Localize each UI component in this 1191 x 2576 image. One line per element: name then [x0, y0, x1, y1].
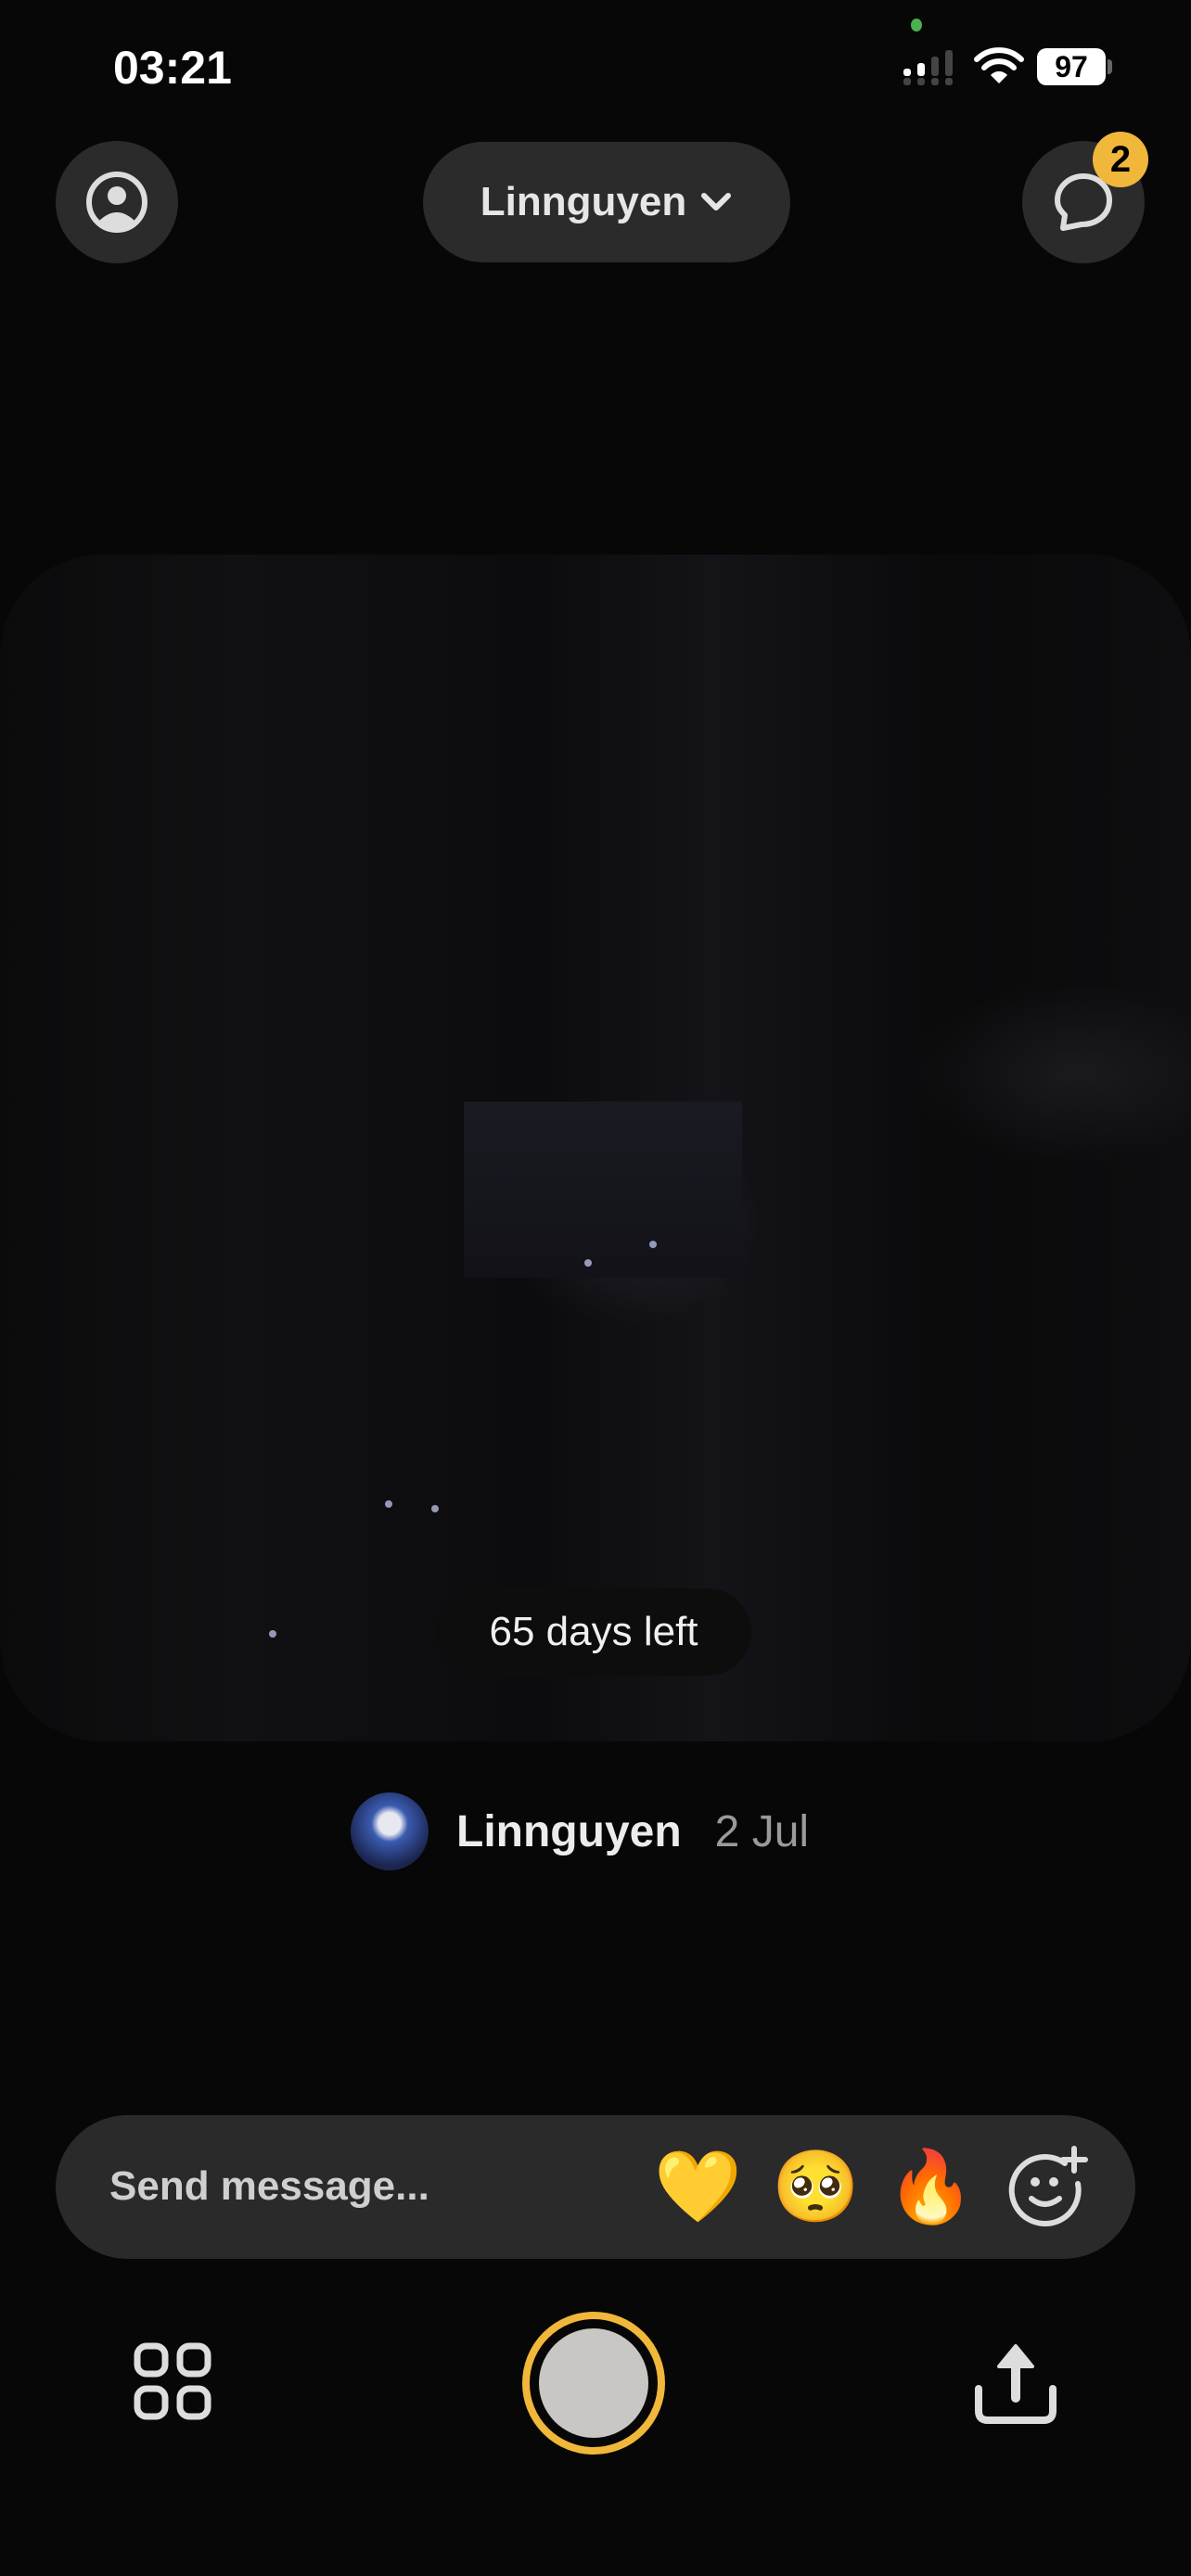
chevron-down-icon	[701, 193, 732, 210]
photo-light	[584, 1259, 592, 1267]
photo-light	[649, 1241, 657, 1248]
message-input[interactable]: Send message...	[109, 2163, 429, 2210]
shutter-button[interactable]	[522, 2312, 665, 2455]
reaction-pleading-face[interactable]: 🥺	[772, 2147, 860, 2228]
add-emoji-icon[interactable]	[1005, 2145, 1089, 2228]
photo-building	[464, 1102, 742, 1278]
photo-light	[269, 1630, 276, 1638]
shared-photo[interactable]	[0, 555, 1191, 1741]
poster-name[interactable]: Linnguyen	[456, 1806, 682, 1857]
friend-selector-label: Linnguyen	[480, 179, 687, 224]
friend-selector-dropdown[interactable]: Linnguyen	[423, 142, 790, 262]
unread-messages-badge: 2	[1093, 132, 1148, 187]
camera-in-use-indicator	[911, 19, 922, 32]
cellular-signal-icon	[903, 50, 953, 85]
avatar[interactable]	[351, 1792, 429, 1870]
wifi-icon	[974, 47, 1024, 83]
post-date: 2 Jul	[714, 1806, 810, 1856]
reaction-yellow-heart[interactable]: 💛	[654, 2147, 742, 2228]
shutter-inner	[539, 2328, 648, 2438]
battery-level: 97	[1037, 48, 1106, 85]
grid-icon[interactable]	[128, 2337, 221, 2429]
status-time: 03:21	[113, 42, 232, 94]
battery-nub	[1108, 59, 1112, 74]
photo-light	[385, 1500, 392, 1508]
photo-light	[431, 1505, 439, 1512]
share-icon[interactable]	[969, 2337, 1062, 2429]
profile-button[interactable]	[56, 141, 178, 263]
poster-info[interactable]: Linnguyen 2 Jul	[351, 1792, 809, 1870]
reaction-fire[interactable]: 🔥	[887, 2147, 975, 2228]
profile-icon	[86, 172, 147, 233]
days-left-label: 65 days left	[436, 1588, 751, 1676]
message-bar[interactable]: Send message... 💛 🥺 🔥	[56, 2115, 1135, 2259]
